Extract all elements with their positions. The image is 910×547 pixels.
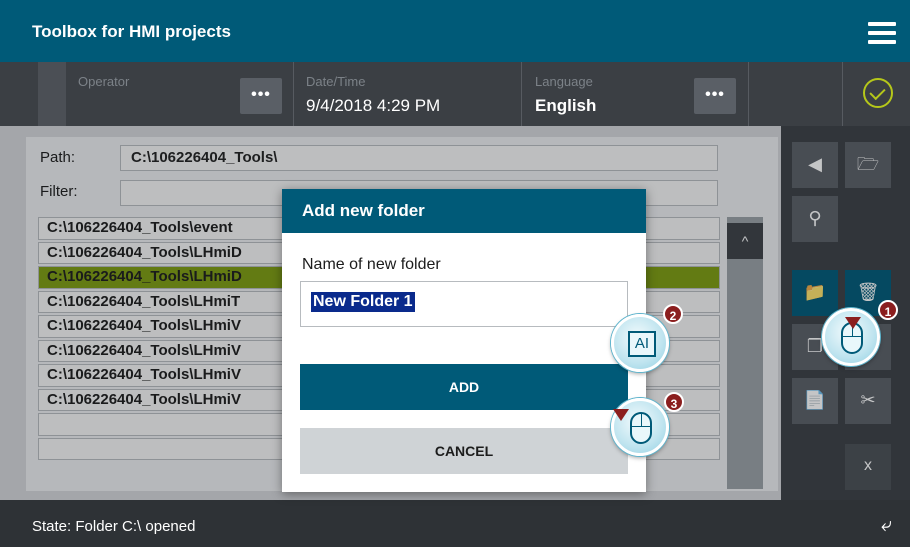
pointer-arrow-icon bbox=[613, 409, 629, 421]
datetime-value: 9/4/2018 4:29 PM bbox=[306, 96, 441, 115]
mouse-icon bbox=[630, 412, 652, 444]
text-cursor-box: AI bbox=[628, 331, 656, 357]
datetime-label: Date/Time bbox=[306, 74, 366, 89]
cancel-button[interactable]: CANCEL bbox=[300, 428, 628, 474]
mouse-click-icon bbox=[611, 398, 669, 456]
status-bar: State: Folder C:\ opened ⤶ bbox=[0, 500, 910, 547]
info-bar: Operator ••• Date/Time 9/4/2018 4:29 PM … bbox=[0, 62, 910, 126]
add-folder-dialog: Add new folder Name of new folder New Fo… bbox=[282, 189, 646, 492]
step-badge: 3 bbox=[664, 392, 684, 412]
divider bbox=[293, 62, 294, 126]
status-ok-icon bbox=[863, 78, 893, 108]
info-bar-lead bbox=[38, 62, 66, 126]
language-value: English bbox=[535, 96, 597, 115]
step-badge: 1 bbox=[878, 300, 898, 320]
divider bbox=[521, 62, 522, 126]
folder-name-label: Name of new folder bbox=[302, 256, 441, 273]
mouse-click-icon bbox=[822, 308, 880, 366]
add-button[interactable]: ADD bbox=[300, 364, 628, 410]
operator-more-button[interactable]: ••• bbox=[240, 78, 282, 114]
language-more-button[interactable]: ••• bbox=[694, 78, 736, 114]
divider bbox=[842, 62, 843, 126]
app-title: Toolbox for HMI projects bbox=[32, 22, 231, 41]
folder-name-value: New Folder 1 bbox=[311, 292, 415, 312]
pointer-arrow-icon bbox=[845, 317, 861, 329]
dialog-title: Add new folder bbox=[282, 189, 646, 233]
status-text: State: Folder C:\ opened bbox=[32, 518, 196, 535]
divider bbox=[748, 62, 749, 126]
return-arrow-icon[interactable]: ⤶ bbox=[881, 514, 892, 537]
folder-name-input[interactable]: New Folder 1 bbox=[300, 281, 628, 327]
operator-label: Operator bbox=[78, 74, 130, 89]
hamburger-menu-icon[interactable] bbox=[868, 22, 896, 44]
language-label: Language bbox=[535, 74, 593, 89]
text-cursor-icon: AI bbox=[611, 314, 669, 372]
title-bar: Toolbox for HMI projects bbox=[0, 0, 910, 62]
step-badge: 2 bbox=[663, 304, 683, 324]
